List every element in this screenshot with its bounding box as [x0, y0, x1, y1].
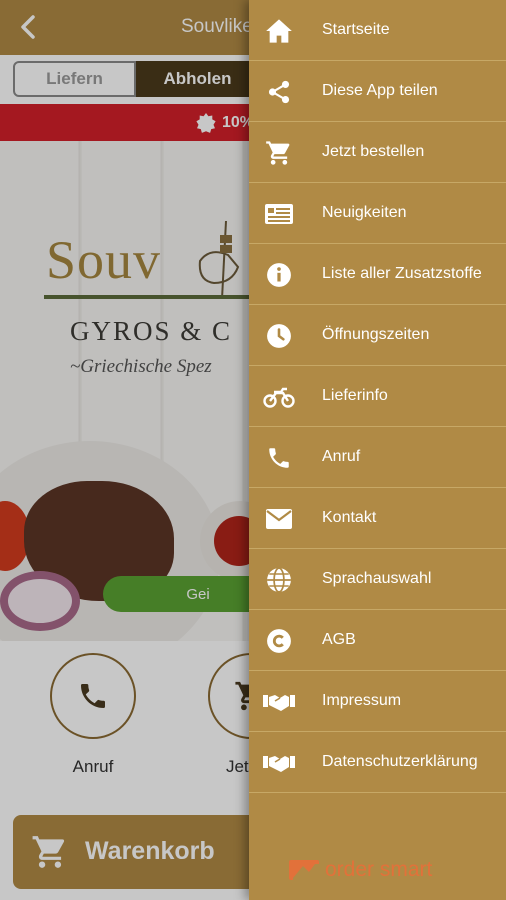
menu-item-share[interactable]: Diese App teilen: [249, 61, 506, 122]
order-smart-brand: order smart: [325, 858, 433, 881]
order-smart-mark-icon: [289, 860, 319, 880]
menu-item-label: Datenschutzerklärung: [322, 753, 478, 770]
share-icon: [263, 77, 295, 107]
menu-item-privacy[interactable]: Datenschutzerklärung: [249, 732, 506, 793]
home-icon: [263, 16, 295, 46]
menu-item-language[interactable]: Sprachauswahl: [249, 549, 506, 610]
handshake-icon: [263, 687, 295, 717]
news-icon: [263, 199, 295, 229]
clock-icon: [263, 321, 295, 351]
menu-item-label: Impressum: [322, 692, 402, 709]
globe-icon: [263, 565, 295, 595]
order-smart-logo: order smart: [289, 856, 469, 886]
menu-item-additives[interactable]: Liste aller Zusatzstoffe: [249, 244, 506, 305]
menu-item-label: Anruf: [322, 448, 361, 465]
menu-item-label: Neuigkeiten: [322, 204, 407, 221]
menu-item-label: Öffnungszeiten: [322, 326, 430, 343]
handshake-icon: [263, 748, 295, 778]
cart-icon: [263, 138, 295, 168]
motorbike-icon: [263, 382, 295, 412]
copyright-icon: [263, 626, 295, 656]
phone-icon: [263, 443, 295, 473]
mail-icon: [263, 504, 295, 534]
menu-item-label: Lieferinfo: [322, 387, 388, 404]
menu-item-delivery-info[interactable]: Lieferinfo: [249, 366, 506, 427]
menu-item-startseite[interactable]: Startseite: [249, 0, 506, 61]
menu-item-label: Liste aller Zusatzstoffe: [322, 265, 482, 282]
menu-item-news[interactable]: Neuigkeiten: [249, 183, 506, 244]
menu-item-order[interactable]: Jetzt bestellen: [249, 122, 506, 183]
menu-item-opening-hours[interactable]: Öffnungszeiten: [249, 305, 506, 366]
menu-item-label: AGB: [322, 631, 356, 648]
menu-item-contact[interactable]: Kontakt: [249, 488, 506, 549]
info-icon: [263, 260, 295, 290]
menu-item-agb[interactable]: AGB: [249, 610, 506, 671]
navigation-drawer: Startseite Diese App teilen Jetzt bestel…: [249, 0, 506, 900]
menu-item-label: Kontakt: [322, 509, 377, 526]
menu-item-impressum[interactable]: Impressum: [249, 671, 506, 732]
menu-item-label: Startseite: [322, 21, 390, 38]
menu-item-label: Jetzt bestellen: [322, 143, 425, 160]
menu-item-label: Diese App teilen: [322, 82, 438, 99]
menu-item-label: Sprachauswahl: [322, 570, 432, 587]
menu-item-call[interactable]: Anruf: [249, 427, 506, 488]
